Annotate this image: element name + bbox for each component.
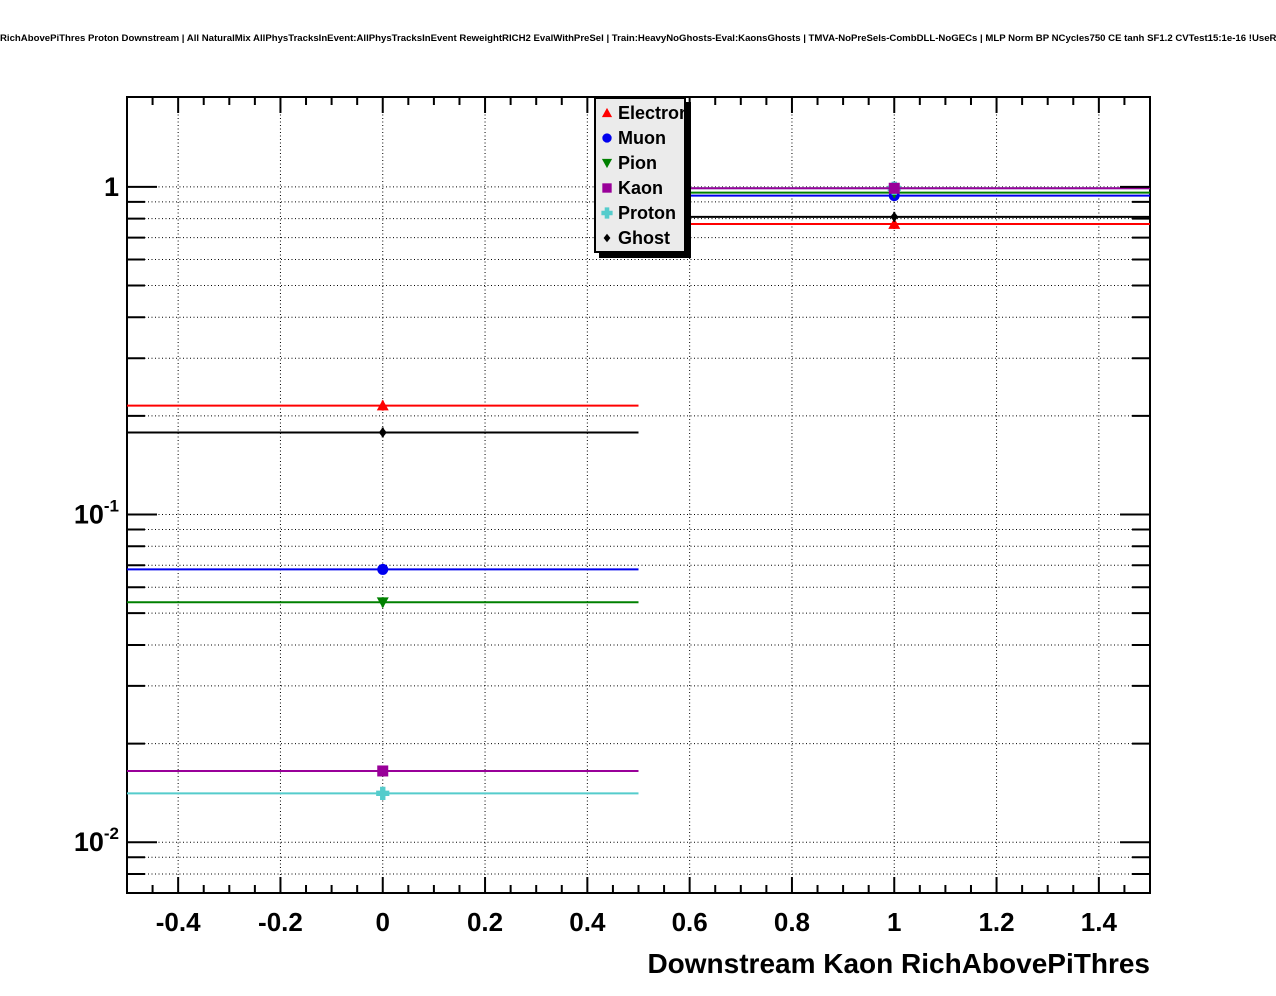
- legend-item: Proton: [598, 200, 684, 225]
- legend: Electron Muon Pion Kaon Proton Ghost: [594, 97, 690, 253]
- legend-item-label: Pion: [618, 152, 657, 173]
- legend-item: Muon: [598, 125, 684, 150]
- x-tick-label: 1.4: [1081, 907, 1118, 937]
- triangle-down-icon: [601, 158, 613, 168]
- legend-item-label: Ghost: [618, 227, 670, 248]
- triangle-up-icon: [601, 107, 613, 117]
- y-tick-label: 10-1: [74, 497, 119, 530]
- circle-marker: [377, 563, 389, 575]
- legend-item: Ghost: [598, 225, 684, 250]
- cross-marker: [376, 786, 390, 800]
- circle-icon-shape: [602, 132, 612, 143]
- cross-icon: [601, 206, 613, 219]
- diamond-marker: [378, 427, 387, 438]
- cross-icon-shape: [601, 206, 613, 219]
- x-tick-label: 0.6: [672, 907, 708, 937]
- legend-item: Kaon: [598, 175, 684, 200]
- diamond-icon-shape: [603, 233, 611, 242]
- x-tick-label: 0.4: [569, 907, 606, 937]
- legend-item: Electron: [598, 100, 690, 125]
- x-axis-title: Downstream Kaon RichAbovePiThres: [647, 948, 1150, 979]
- square-icon: [602, 182, 612, 193]
- root-canvas: RichAbovePiThres Proton Downstream | All…: [0, 0, 1276, 996]
- x-tick-label: 0.8: [774, 907, 810, 937]
- legend-item: Pion: [598, 150, 684, 175]
- x-tick-label: 0.2: [467, 907, 503, 937]
- legend-item-label: Electron: [618, 102, 691, 123]
- square-marker: [377, 765, 389, 777]
- legend-item-label: Muon: [618, 127, 666, 148]
- triangle-down-icon-shape: [601, 158, 613, 168]
- x-tick-label: 1.2: [978, 907, 1014, 937]
- square-marker: [888, 182, 900, 194]
- legend-item-label: Kaon: [618, 177, 663, 198]
- diamond-icon: [603, 233, 611, 242]
- legend-item-label: Proton: [618, 202, 676, 223]
- x-tick-label: 0: [376, 907, 390, 937]
- x-tick-label: 1: [887, 907, 901, 937]
- y-tick-label: 1: [104, 172, 119, 202]
- y-tick-label: 10-2: [74, 824, 119, 857]
- square-icon-shape: [602, 182, 612, 193]
- circle-icon: [602, 132, 612, 143]
- diamond-marker: [890, 211, 899, 222]
- x-tick-label: -0.2: [258, 907, 303, 937]
- x-tick-label: -0.4: [156, 907, 201, 937]
- triangle-up-icon-shape: [601, 107, 613, 117]
